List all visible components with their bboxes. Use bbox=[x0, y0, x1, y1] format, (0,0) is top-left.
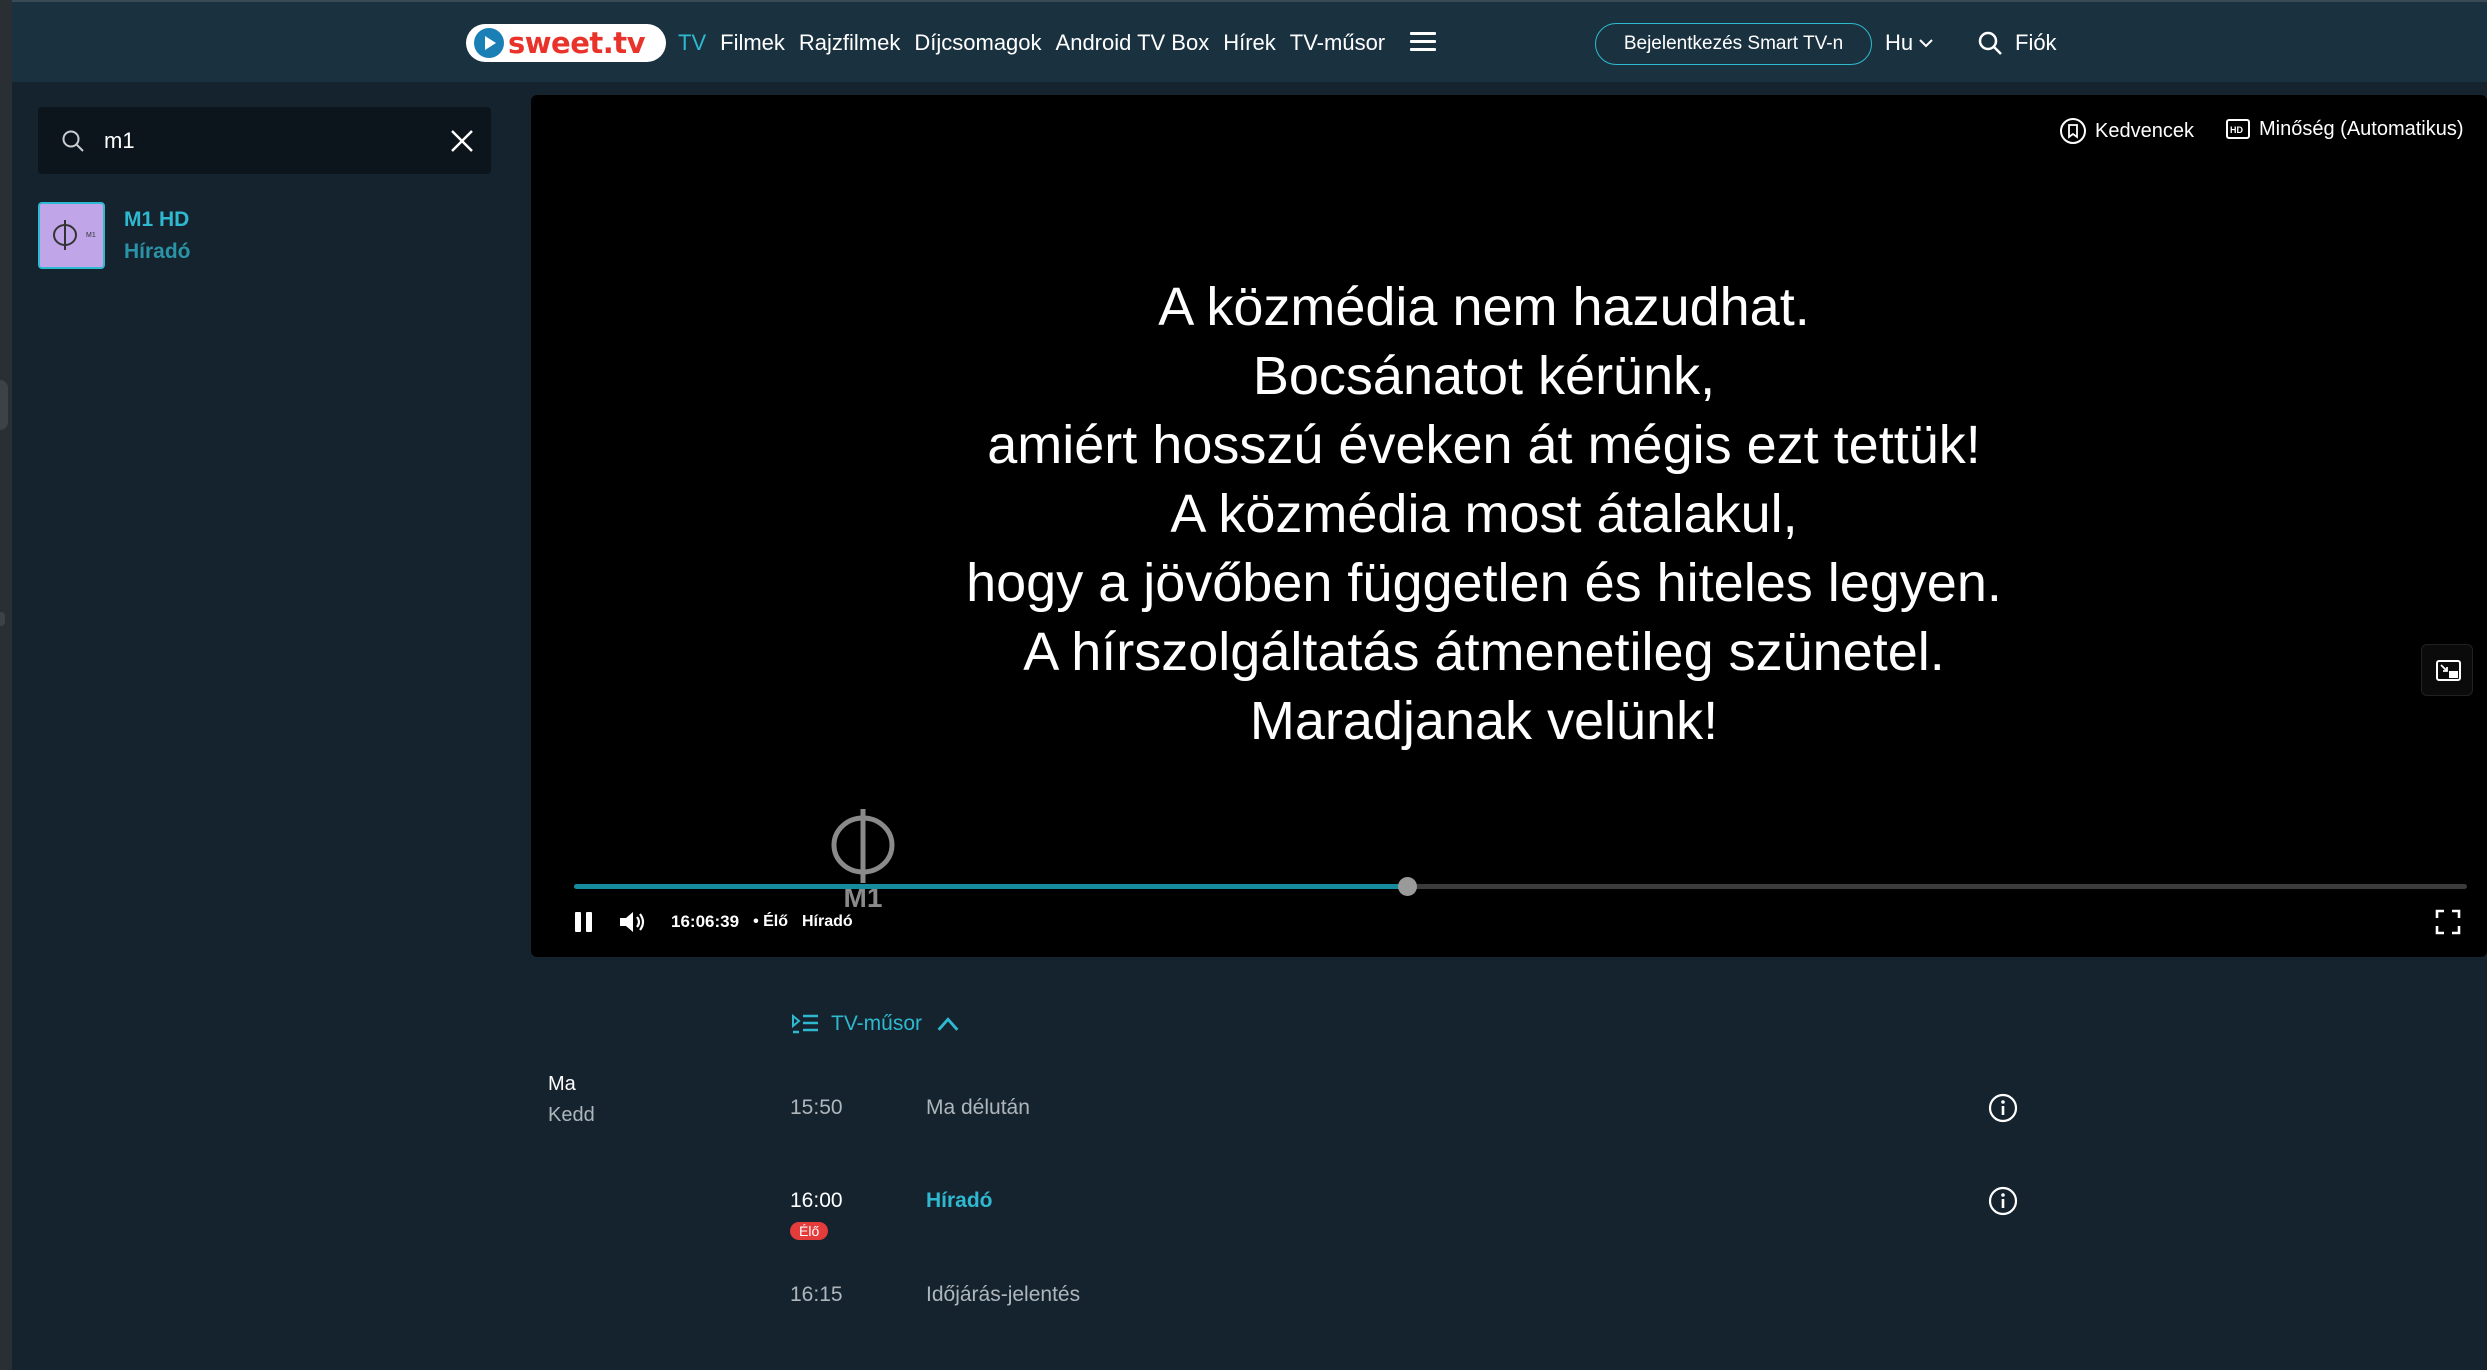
schedule-row[interactable]: 15:50 Ma délután bbox=[789, 1093, 2029, 1146]
nav-hirek[interactable]: Hírek bbox=[1223, 30, 1276, 56]
schedule-day[interactable]: Ma Kedd bbox=[548, 1073, 595, 1127]
channel-search-sidebar: M1 M1 HD Híradó bbox=[12, 82, 518, 1370]
schedule-time: 16:15 bbox=[790, 1283, 843, 1306]
tv-schedule-toggle[interactable]: TV-műsor bbox=[791, 1012, 962, 1036]
nav-filmek[interactable]: Filmek bbox=[720, 30, 785, 56]
account-link[interactable]: Fiók bbox=[2015, 30, 2057, 56]
fullscreen-icon[interactable] bbox=[2435, 909, 2461, 935]
search-result-title: M1 HD bbox=[124, 208, 190, 231]
quality-button[interactable]: HD Minőség (Automatikus) bbox=[2225, 117, 2464, 141]
window-edge-dot bbox=[0, 612, 5, 626]
nav-rajzfilmek[interactable]: Rajzfilmek bbox=[799, 30, 900, 56]
logo-text: sweet.tv bbox=[508, 26, 646, 60]
language-selector[interactable]: Hu bbox=[1885, 30, 1935, 56]
smart-tv-login-button[interactable]: Bejelentkezés Smart TV-n bbox=[1595, 23, 1872, 65]
pip-icon bbox=[2436, 660, 2461, 681]
nav-tv[interactable]: TV bbox=[678, 30, 706, 56]
schedule-title: Ma délután bbox=[926, 1096, 1030, 1119]
top-header: sweet.tv TV Filmek Rajzfilmek Díjcsomago… bbox=[12, 0, 2487, 82]
m1-logo-icon bbox=[53, 220, 77, 250]
message-line: Bocsánatot kérünk, bbox=[1252, 346, 1716, 406]
message-line: A hírszolgáltatás átmenetileg szünetel. bbox=[1023, 622, 1945, 682]
weekday-label: Kedd bbox=[548, 1104, 595, 1126]
language-label: Hu bbox=[1885, 30, 1914, 55]
window-edge-notch bbox=[0, 380, 8, 430]
progress-bar[interactable] bbox=[574, 877, 2467, 896]
search-result-meta: M1 HD Híradó bbox=[124, 208, 191, 270]
svg-text:HD: HD bbox=[2230, 125, 2243, 135]
nav-dijcsomagok[interactable]: Díjcsomagok bbox=[914, 30, 1041, 56]
window-edge bbox=[0, 0, 12, 1370]
logo-play-icon bbox=[474, 28, 504, 58]
app-root: sweet.tv TV Filmek Rajzfilmek Díjcsomago… bbox=[0, 0, 2487, 1370]
picture-in-picture-button[interactable] bbox=[2421, 644, 2473, 696]
bookmark-icon bbox=[2060, 118, 2086, 144]
m1-logo-icon bbox=[831, 809, 895, 883]
day-label: Ma bbox=[548, 1073, 576, 1095]
search-result-item[interactable]: M1 M1 HD Híradó bbox=[38, 202, 438, 270]
pause-button[interactable] bbox=[573, 910, 595, 934]
progress-fill bbox=[574, 884, 1407, 889]
schedule-time: 15:50 bbox=[790, 1096, 843, 1119]
schedule-time: 16:00 bbox=[790, 1189, 843, 1212]
schedule-title: Híradó bbox=[926, 1189, 993, 1212]
channel-search-box bbox=[38, 107, 491, 174]
live-indicator: • Élő bbox=[753, 913, 788, 930]
live-badge: Élő bbox=[790, 1222, 829, 1240]
search-icon bbox=[62, 130, 84, 152]
quality-label: Minőség (Automatikus) bbox=[2259, 117, 2464, 140]
volume-icon[interactable] bbox=[617, 909, 647, 935]
message-line: hogy a jövőben független és hiteles legy… bbox=[966, 553, 2002, 613]
channel-watermark: M1 bbox=[823, 803, 903, 913]
chevron-down-icon bbox=[1919, 39, 1933, 48]
message-line: amiért hosszú éveken át mégis ezt tettük… bbox=[987, 415, 1981, 475]
hamburger-icon[interactable] bbox=[1410, 32, 1436, 54]
channel-thumbnail: M1 bbox=[38, 202, 105, 269]
player-controls: 16:06:39 • Élő Híradó bbox=[573, 907, 853, 937]
schedule-row-current[interactable]: 16:00 Élő Híradó bbox=[789, 1186, 2029, 1240]
thumbnail-mark: M1 bbox=[86, 232, 96, 239]
main-nav: TV Filmek Rajzfilmek Díjcsomagok Android… bbox=[678, 30, 1399, 56]
site-logo[interactable]: sweet.tv bbox=[466, 24, 666, 62]
nav-android-tv-box[interactable]: Android TV Box bbox=[1056, 30, 1210, 56]
video-message: A közmédia nem hazudhat. Bocsánatot kérü… bbox=[531, 273, 2437, 756]
message-line: A közmédia most átalakul, bbox=[1170, 484, 1798, 544]
nav-tv-musor[interactable]: TV-műsor bbox=[1290, 30, 1385, 56]
schedule-row[interactable]: 16:15 Időjárás-jelentés bbox=[789, 1283, 2029, 1333]
tv-schedule-label: TV-műsor bbox=[831, 1012, 923, 1035]
channel-search-input[interactable] bbox=[104, 121, 404, 161]
favorites-button[interactable]: Kedvencek bbox=[2059, 117, 2194, 145]
list-icon bbox=[792, 1013, 818, 1034]
info-icon[interactable] bbox=[1987, 1185, 2019, 1217]
close-icon[interactable] bbox=[448, 127, 476, 155]
current-program: Híradó bbox=[802, 913, 853, 930]
search-icon[interactable] bbox=[1977, 30, 2003, 56]
schedule-title: Időjárás-jelentés bbox=[926, 1283, 1081, 1306]
favorites-label: Kedvencek bbox=[2095, 119, 2194, 142]
search-result-subtitle: Híradó bbox=[124, 240, 191, 263]
current-time: 16:06:39 bbox=[671, 912, 740, 931]
chevron-up-icon bbox=[937, 1017, 959, 1031]
hd-icon: HD bbox=[2226, 119, 2250, 139]
info-icon[interactable] bbox=[1987, 1092, 2019, 1124]
progress-handle[interactable] bbox=[1397, 877, 1417, 896]
message-line: Maradjanak velünk! bbox=[1249, 691, 1719, 751]
message-line: A közmédia nem hazudhat. bbox=[1158, 277, 1810, 337]
video-player[interactable]: Kedvencek HD Minőség (Automatikus) A köz… bbox=[531, 95, 2487, 957]
